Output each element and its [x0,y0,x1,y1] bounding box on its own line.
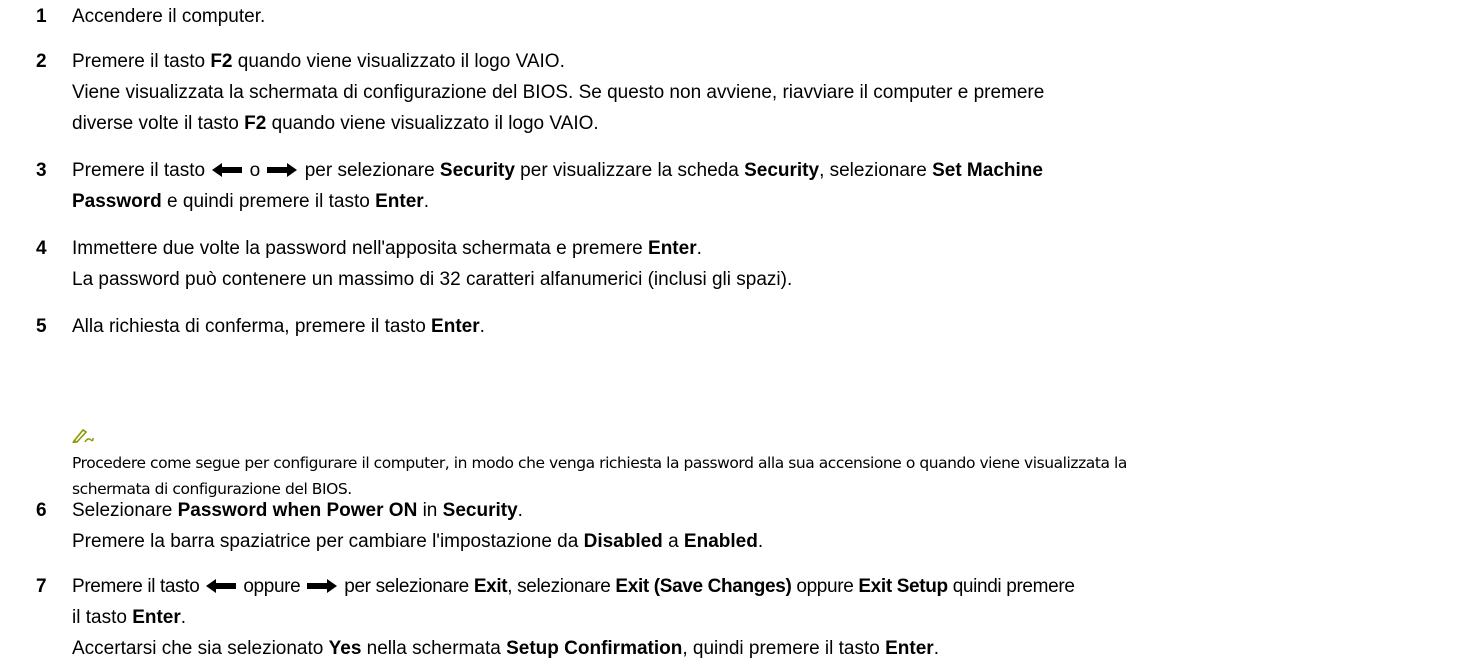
step-line: Premere il tasto F2 quando viene visuali… [72,51,565,72]
step-number: 7 [36,576,47,597]
step-line: Immettere due volte la password nell'app… [72,238,702,259]
left-arrow-icon [212,163,243,177]
step-line: Alla richiesta di conferma, premere il t… [72,316,485,337]
note-pencil-icon [71,427,94,445]
step-line: Premere la barra spaziatrice per cambiar… [72,531,764,552]
step-number: 2 [36,51,47,72]
step-line: Selezionare Password when Power ON in Se… [72,500,523,521]
step-line: Password e quindi premere il tasto Enter… [72,191,429,212]
step-line: il tasto Enter. [72,607,187,628]
step-body: Selezionare Password when Power ON in Se… [72,495,1452,557]
step-line: Premere il tasto o per selezionare Secur… [72,160,1043,181]
key-f2: F2 [210,51,233,72]
step-body: Premere il tasto oppure per selezionare … [72,571,1452,664]
right-arrow-icon [267,163,298,177]
left-arrow-icon [206,579,237,593]
step-body: Premere il tasto F2 quando viene visuali… [72,46,1452,139]
step-line: diverse volte il tasto F2 quando viene v… [72,113,599,134]
step-number: 1 [36,6,47,27]
step-body: Premere il tasto o per selezionare Secur… [72,155,1452,217]
step-body: Alla richiesta di conferma, premere il t… [72,311,1452,342]
right-arrow-icon [307,579,338,593]
step-number: 6 [36,500,47,521]
step-number: 3 [36,160,47,181]
step-number: 5 [36,316,47,337]
key-f2: F2 [244,113,267,134]
step-body: Immettere due volte la password nell'app… [72,233,1452,295]
step-line: La password può contenere un massimo di … [72,269,793,290]
step-number: 4 [36,238,47,259]
step-line: Accertarsi che sia selezionato Yes nella… [72,638,939,659]
step-line: Viene visualizzata la schermata di confi… [72,82,1045,103]
step-line: Accendere il computer. [72,6,266,27]
step-body: Accendere il computer. [72,1,1452,32]
step-line: Premere il tasto oppure per selezionare … [72,576,1075,597]
